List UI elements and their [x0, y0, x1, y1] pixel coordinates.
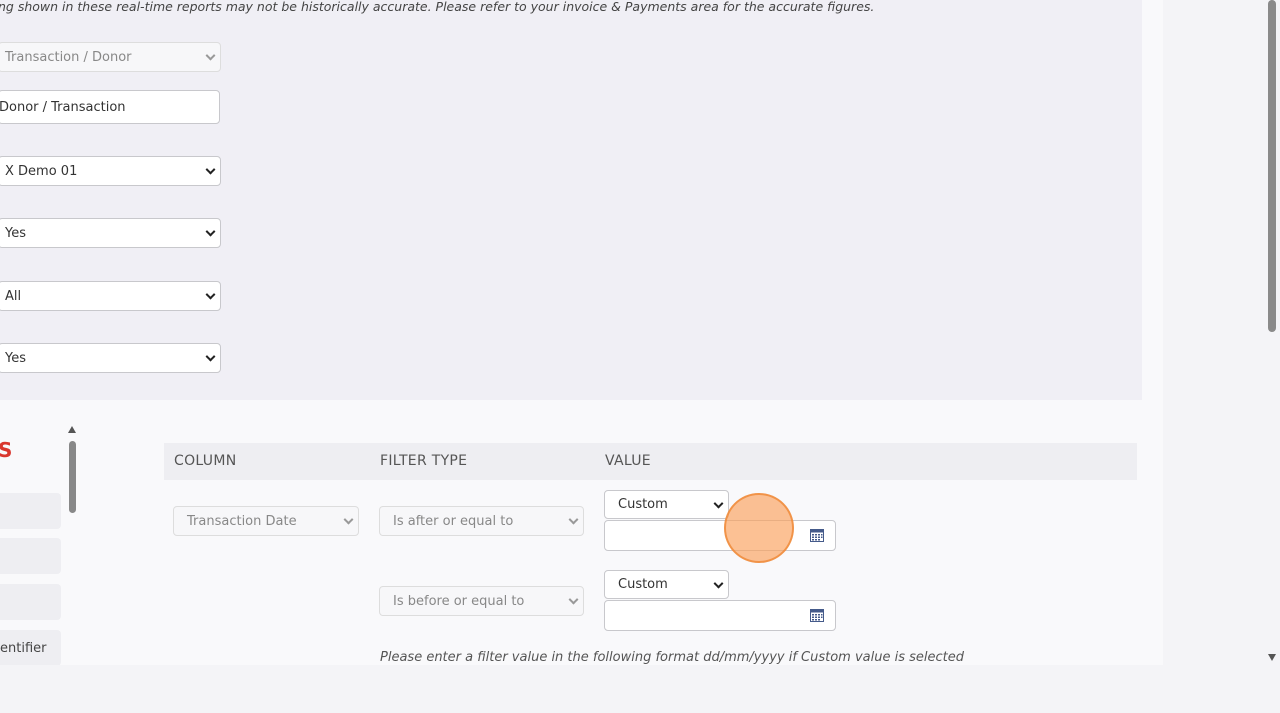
option-1-value: Yes — [5, 225, 26, 241]
report-settings-panel: ng shown in these real-time reports may … — [0, 0, 1142, 400]
option-2-select[interactable]: All — [0, 281, 221, 311]
group-by-select[interactable]: Transaction / Donor — [0, 42, 221, 72]
chevron-down-icon — [205, 289, 216, 300]
report-level-input[interactable]: Donor / Transaction — [0, 90, 220, 124]
value-header: VALUE — [605, 453, 651, 469]
option-3-value: Yes — [5, 350, 26, 366]
option-1-select[interactable]: Yes — [0, 218, 221, 248]
campaign-select[interactable]: X Demo 01 — [0, 156, 221, 186]
scroll-down-arrow-icon[interactable] — [1268, 654, 1276, 661]
chevron-down-icon — [568, 514, 579, 525]
accuracy-notice: ng shown in these real-time reports may … — [0, 0, 875, 14]
columns-heading: S — [0, 438, 13, 462]
filter-format-hint: Please enter a filter value in the follo… — [380, 650, 964, 665]
column-header: COLUMN — [174, 453, 237, 469]
value-mode-value-2: Custom — [618, 577, 668, 592]
chevron-down-icon — [205, 226, 216, 237]
column-list-item[interactable] — [0, 493, 61, 529]
chevron-down-icon — [713, 578, 724, 589]
calendar-icon[interactable] — [810, 609, 824, 622]
chevron-down-icon — [568, 594, 579, 605]
option-3-select[interactable]: Yes — [0, 343, 221, 373]
click-indicator — [724, 493, 794, 563]
group-by-value: Transaction / Donor — [5, 49, 132, 65]
column-list-item[interactable] — [0, 584, 61, 620]
filter-type-header: FILTER TYPE — [380, 453, 468, 469]
scroll-up-arrow-icon[interactable] — [68, 426, 76, 433]
value-mode-value-1: Custom — [618, 497, 668, 512]
filter-column-value: Transaction Date — [187, 513, 297, 529]
campaign-value: X Demo 01 — [5, 163, 78, 179]
filter-type-value-1: Is after or equal to — [393, 513, 514, 529]
page-scrollbar[interactable] — [1264, 0, 1280, 665]
filter-column-select[interactable]: Transaction Date — [173, 506, 359, 536]
option-2-value: All — [5, 288, 22, 304]
columns-scrollbar[interactable] — [69, 441, 76, 513]
chevron-down-icon — [713, 498, 724, 509]
filter-type-value-2: Is before or equal to — [393, 593, 525, 609]
page-scrollbar-thumb[interactable] — [1268, 0, 1276, 332]
filter-type-select-1[interactable]: Is after or equal to — [379, 506, 584, 536]
report-builder: ng shown in these real-time reports may … — [0, 0, 1163, 665]
value-mode-select-1[interactable]: Custom — [604, 490, 729, 519]
column-list-item[interactable]: entifier — [0, 630, 61, 665]
date-input-1[interactable] — [604, 520, 836, 551]
report-level-value: Donor / Transaction — [0, 99, 126, 115]
chevron-down-icon — [205, 164, 216, 175]
chevron-down-icon — [343, 514, 354, 525]
date-input-2[interactable] — [604, 600, 836, 631]
filter-table-header: COLUMN FILTER TYPE VALUE — [164, 443, 1137, 480]
filter-type-select-2[interactable]: Is before or equal to — [379, 586, 584, 616]
chevron-down-icon — [205, 351, 216, 362]
bottom-bar — [0, 665, 1280, 713]
chevron-down-icon — [205, 50, 216, 61]
value-mode-select-2[interactable]: Custom — [604, 570, 729, 599]
column-list-item[interactable] — [0, 538, 61, 574]
calendar-icon[interactable] — [810, 529, 824, 542]
